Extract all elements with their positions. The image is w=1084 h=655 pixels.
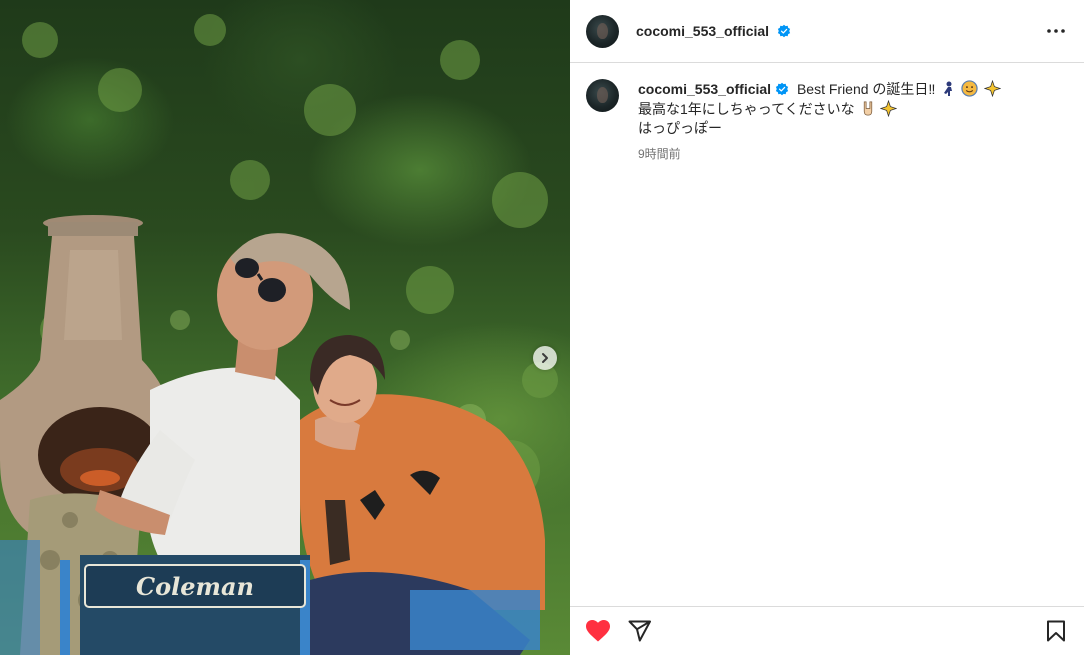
- post-timestamp[interactable]: 9時間前: [638, 145, 1001, 165]
- heart-filled-icon: [586, 620, 610, 642]
- chair-brand-text: Coleman: [136, 572, 254, 601]
- caption-line-3: はっぴっぽー: [638, 120, 722, 136]
- save-button[interactable]: [1042, 617, 1070, 645]
- header-username[interactable]: cocomi_553_official: [636, 23, 791, 39]
- paper-plane-icon: [628, 620, 651, 642]
- caption-body: cocomi_553_official Best Friend の誕生日‼ 最高…: [638, 79, 1002, 165]
- share-button[interactable]: [626, 617, 654, 645]
- smiling-face-emoji-icon: [961, 80, 978, 97]
- caption-line-1: cocomi_553_official Best Friend の誕生日‼: [638, 80, 1002, 100]
- post-photo[interactable]: Coleman: [0, 0, 570, 655]
- chevron-right-icon: [542, 353, 548, 363]
- more-options-button[interactable]: [1044, 19, 1068, 43]
- more-options-icon: [1047, 29, 1065, 33]
- like-button[interactable]: [584, 617, 612, 645]
- caption-username-text[interactable]: cocomi_553_official: [638, 81, 771, 97]
- caption-text-2: 最高な1年にしちゃってくださいな: [638, 100, 855, 117]
- sparkles-emoji-icon: [984, 80, 1002, 97]
- photo-illustration: Coleman: [0, 14, 558, 655]
- bookmark-icon: [1047, 620, 1065, 642]
- post-actions: [570, 606, 1084, 655]
- post-side-panel: cocomi_553_official cocomi_553_official …: [570, 0, 1084, 655]
- rock-hand-emoji-icon: [863, 101, 872, 115]
- caption-avatar[interactable]: [586, 79, 619, 112]
- verified-badge-icon: [777, 24, 791, 38]
- post-caption: cocomi_553_official Best Friend の誕生日‼ 最高…: [570, 63, 1084, 164]
- verified-badge-icon: [775, 82, 789, 96]
- carousel-next-button[interactable]: [533, 346, 557, 370]
- caption-username[interactable]: cocomi_553_official: [638, 81, 789, 97]
- header-username-text[interactable]: cocomi_553_official: [636, 23, 769, 39]
- avatar[interactable]: [586, 14, 619, 48]
- caption-line-2: 最高な1年にしちゃってくださいな: [638, 99, 1001, 120]
- post-header: cocomi_553_official: [570, 0, 1084, 63]
- runner-emoji-icon: [944, 81, 953, 96]
- caption-text-1: Best Friend の誕生日‼: [796, 81, 936, 97]
- sparkles-emoji-icon: [880, 99, 898, 117]
